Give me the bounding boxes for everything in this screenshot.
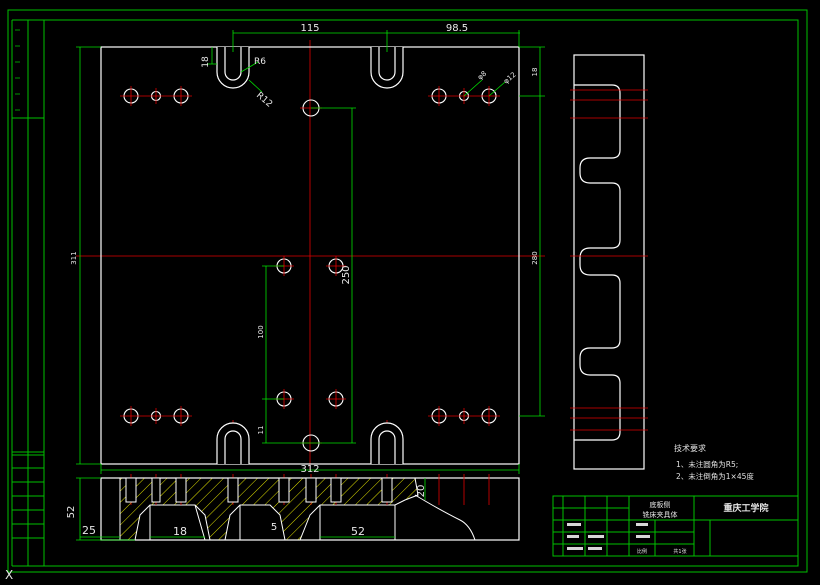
section-dim-web: 5 <box>271 522 277 533</box>
dim-right-height: 280 <box>531 251 539 264</box>
ucs-corner-mark: X <box>5 568 13 582</box>
drawing-canvas: 115 98.5 18 R6 R12 311 280 18 250 100 11… <box>0 0 820 585</box>
dim-slot-depth: 18 <box>201 56 211 68</box>
dim-right-top: 18 <box>531 68 539 77</box>
title-school: 重庆工学院 <box>723 502 768 514</box>
title-scale-label: 比例 <box>637 548 647 555</box>
dim-slot-radius-small: R6 <box>254 57 266 67</box>
dim-hole-pair-vertical: 100 <box>257 325 265 338</box>
dim-overall-width: 312 <box>300 464 319 475</box>
title-sheet-label: 共1张 <box>673 548 686 555</box>
dim-overall-height: 311 <box>70 251 78 264</box>
section-dim-rib-top: 20 <box>416 485 427 498</box>
dim-hole-small-offset: 11 <box>257 426 265 435</box>
notes-line-2: 2、未注倒角为1×45度 <box>676 471 754 481</box>
dim-top-right-span: 98.5 <box>446 23 468 34</box>
section-dim-pocket-right: 52 <box>351 525 365 538</box>
section-dim-height: 52 <box>66 506 77 519</box>
section-dim-left-offset: 25 <box>82 524 96 537</box>
title-part-name-1: 底板侧 <box>650 500 671 509</box>
title-part-name-2: 铣床夹具体 <box>643 510 678 519</box>
notes-line-1: 1、未注圆角为R5; <box>676 459 738 469</box>
section-dim-pocket-left: 18 <box>173 525 187 538</box>
dim-top-left-span: 115 <box>300 23 319 34</box>
dim-hole-span-vertical: 250 <box>341 265 352 284</box>
notes-heading: 技术要求 <box>674 443 706 453</box>
